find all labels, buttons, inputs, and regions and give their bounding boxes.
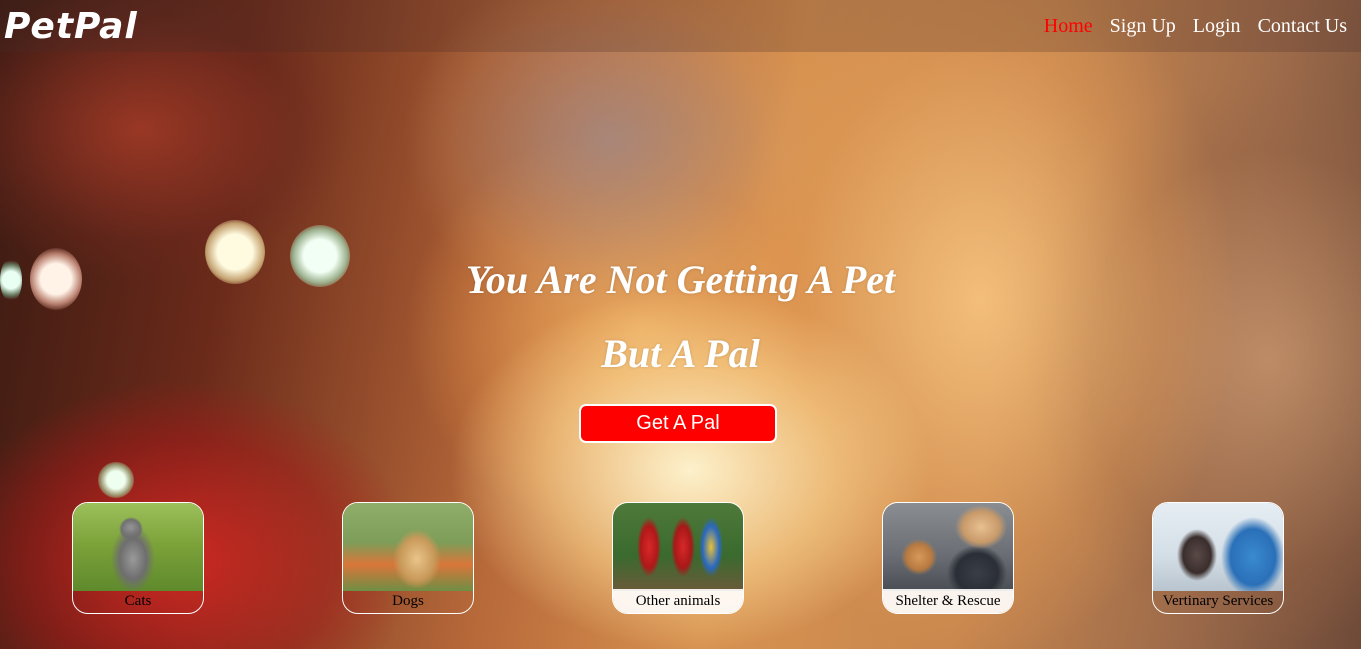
parrots-photo [613, 503, 743, 591]
cat-photo [73, 503, 203, 591]
shelter-photo [883, 503, 1013, 591]
nav-home-link[interactable]: Home [1044, 15, 1093, 38]
hero-title-line2: But A Pal [601, 331, 760, 376]
category-label: Other animals [613, 589, 743, 613]
get-a-pal-button[interactable]: Get A Pal [579, 404, 777, 443]
site-logo[interactable]: PetPal [0, 6, 138, 47]
category-card-other-animals[interactable]: Other animals [612, 502, 744, 614]
category-label: Cats [124, 593, 152, 609]
category-card-dogs[interactable]: Dogs [342, 502, 474, 614]
category-card-vertinary-services[interactable]: Vertinary Services [1152, 502, 1284, 614]
hero-title-line1: You Are Not Getting A Pet [465, 257, 896, 302]
nav-contact-link[interactable]: Contact Us [1258, 15, 1347, 38]
nav-signup-link[interactable]: Sign Up [1110, 15, 1176, 38]
nav-login-link[interactable]: Login [1193, 15, 1241, 38]
main-nav: Home Sign Up Login Contact Us [1044, 15, 1361, 38]
category-card-shelter-rescue[interactable]: Shelter & Rescue [882, 502, 1014, 614]
category-label: Vertinary Services [1162, 593, 1274, 609]
top-navbar: PetPal Home Sign Up Login Contact Us [0, 0, 1361, 52]
bokeh-light [98, 462, 134, 498]
category-card-cats[interactable]: Cats [72, 502, 204, 614]
category-label: Dogs [392, 593, 424, 609]
category-label: Shelter & Rescue [883, 589, 1013, 613]
dog-photo [343, 503, 473, 591]
vet-photo [1153, 503, 1283, 591]
